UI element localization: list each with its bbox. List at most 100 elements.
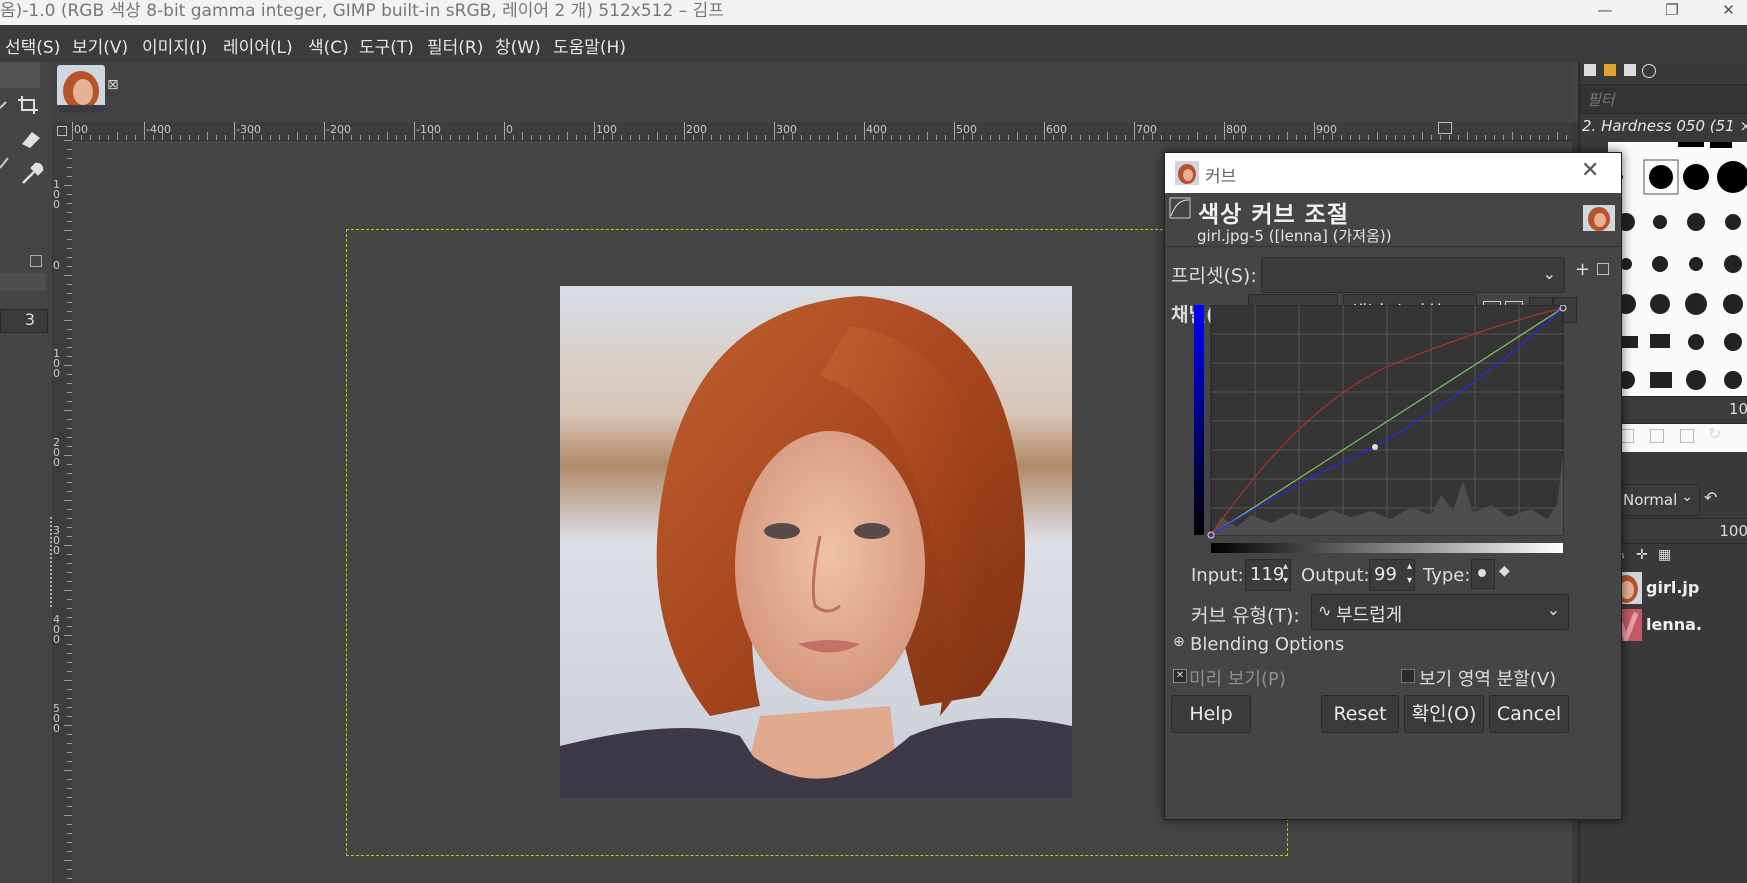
split-view-label: 보기 영역 분할(V) <box>1419 669 1557 690</box>
zoom-fit-icon[interactable] <box>1438 122 1452 134</box>
ruler-minor-tick <box>612 132 613 140</box>
ruler-label: 100 <box>596 123 617 136</box>
split-view-checkbox[interactable] <box>1401 669 1415 683</box>
menu-help[interactable]: 도움말(H) <box>553 33 626 58</box>
ruler-label: -400 <box>146 123 171 136</box>
type-smooth-button[interactable] <box>1471 559 1495 589</box>
portrait-image <box>560 286 1072 798</box>
ruler-minor-tick <box>1467 132 1468 140</box>
menu-layer[interactable]: 레이어(L) <box>223 33 293 58</box>
ruler-minor-tick <box>1098 135 1099 140</box>
menu-select[interactable]: 선택(S) <box>5 33 60 58</box>
ruler-minor-tick <box>630 135 631 140</box>
tool-size-spinner[interactable]: 3 <box>0 309 48 333</box>
ruler-minor-tick <box>306 135 307 140</box>
ruler-minor-tick <box>909 135 910 140</box>
menu-tools[interactable]: 도구(T) <box>359 33 414 58</box>
restore-button[interactable]: ❐ <box>1652 0 1692 22</box>
ruler-minor-tick <box>1188 135 1189 140</box>
ruler-minor-tick <box>1368 135 1369 140</box>
lock-position-icon[interactable]: ✛ <box>1636 547 1648 563</box>
ruler-minor-tick <box>1350 135 1351 140</box>
quick-mask-icon[interactable] <box>57 126 67 136</box>
ruler-minor-tick <box>1323 135 1324 140</box>
ruler-label: 200 <box>686 123 707 136</box>
ruler-minor-tick <box>64 770 72 771</box>
ruler-minor-tick <box>432 132 433 140</box>
ruler-minor-tick <box>1179 135 1180 140</box>
patterns-tab-icon[interactable] <box>1604 64 1616 76</box>
menu-filters[interactable]: 필터(R) <box>427 33 483 58</box>
ruler-minor-tick <box>468 135 469 140</box>
reset-button[interactable]: Reset <box>1321 695 1399 733</box>
close-window-button[interactable]: ✕ <box>1710 0 1747 22</box>
ruler-minor-tick <box>720 135 721 140</box>
curve-type-select[interactable]: ∿ 부드럽게 ⌄ <box>1311 594 1569 630</box>
add-preset-icon[interactable]: + <box>1575 259 1590 280</box>
ruler-minor-tick <box>846 135 847 140</box>
layer-mode-chevron-icon: ⌄ <box>1681 489 1693 505</box>
dialog-titlebar[interactable]: 커브 ✕ <box>1165 153 1621 193</box>
ruler-minor-tick <box>64 455 72 456</box>
ruler-minor-tick <box>405 135 406 140</box>
ruler-minor-tick <box>333 135 334 140</box>
ruler-label: 400 <box>866 123 887 136</box>
eraser-icon[interactable] <box>18 128 44 150</box>
help-button[interactable]: Help <box>1171 695 1251 733</box>
ruler-minor-tick <box>360 135 361 140</box>
ruler-minor-tick <box>1449 135 1450 140</box>
duplicate-brush-icon[interactable] <box>1620 429 1634 443</box>
toolbox-expand-icon[interactable] <box>30 255 42 267</box>
ruler-minor-tick <box>747 132 748 140</box>
menu-windows[interactable]: 창(W) <box>495 33 541 58</box>
ruler-minor-tick <box>64 230 72 231</box>
ruler-minor-tick <box>297 132 298 140</box>
ruler-minor-tick <box>261 135 262 140</box>
help-tab-icon[interactable] <box>1642 64 1656 78</box>
ruler-minor-tick <box>963 135 964 140</box>
image-canvas[interactable] <box>560 286 1072 798</box>
delete-brush-icon[interactable] <box>1680 429 1694 443</box>
preset-select[interactable]: ⌄ <box>1261 257 1565 293</box>
copy-brush-icon[interactable] <box>1650 429 1664 443</box>
blending-expand-icon[interactable]: ⊕ <box>1173 634 1185 650</box>
color-picker-icon[interactable] <box>20 162 44 186</box>
ruler-minor-tick <box>810 135 811 140</box>
menu-color[interactable]: 색(C) <box>308 33 349 58</box>
brushes-tab-icon[interactable] <box>1584 64 1596 76</box>
ruler-minor-tick <box>64 545 72 546</box>
ruler-minor-tick <box>774 135 775 140</box>
ruler-label: -100 <box>416 123 441 136</box>
close-tab-icon[interactable]: ⊠ <box>107 77 119 93</box>
menu-image[interactable]: 이미지(I) <box>142 33 207 58</box>
crop-icon[interactable] <box>16 94 46 116</box>
ruler-minor-tick <box>342 132 343 140</box>
ruler-minor-tick <box>279 135 280 140</box>
image-tab-thumbnail[interactable] <box>57 65 105 113</box>
brush-filter-input[interactable]: 필터 <box>1580 84 1747 114</box>
blending-options[interactable]: Blending Options <box>1190 634 1344 655</box>
dialog-close-icon[interactable]: ✕ <box>1581 158 1599 183</box>
refresh-brushes-icon[interactable]: ↻ <box>1708 424 1721 443</box>
ruler-minor-tick <box>1287 132 1288 140</box>
menu-view[interactable]: 보기(V) <box>72 33 128 58</box>
ok-button[interactable]: 확인(O) <box>1404 695 1484 733</box>
output-spinner[interactable]: 99 ▴ ▾ <box>1369 559 1415 591</box>
corner-point-icon[interactable]: ◆ <box>1499 563 1510 579</box>
ruler-minor-tick <box>1170 135 1171 140</box>
ruler-label: 1 0 0 <box>53 178 60 211</box>
preview-checkbox[interactable]: ✕ <box>1173 669 1187 683</box>
input-spinner[interactable]: 119 ▴ ▾ <box>1245 559 1291 591</box>
fonts-tab-icon[interactable] <box>1624 64 1636 76</box>
lock-alpha-icon[interactable]: ▦ <box>1658 547 1671 563</box>
cancel-button[interactable]: Cancel <box>1489 695 1569 733</box>
ruler-minor-tick <box>513 135 514 140</box>
ruler-minor-tick <box>1386 135 1387 140</box>
ruler-minor-tick <box>549 135 550 140</box>
preset-menu-icon[interactable] <box>1597 263 1609 275</box>
ruler-minor-tick <box>64 410 72 411</box>
mode-reset-icon[interactable]: ↶ <box>1704 488 1717 507</box>
ruler-minor-tick <box>864 135 865 140</box>
minimize-button[interactable]: — <box>1585 0 1625 22</box>
curve-editor[interactable] <box>1191 305 1571 595</box>
